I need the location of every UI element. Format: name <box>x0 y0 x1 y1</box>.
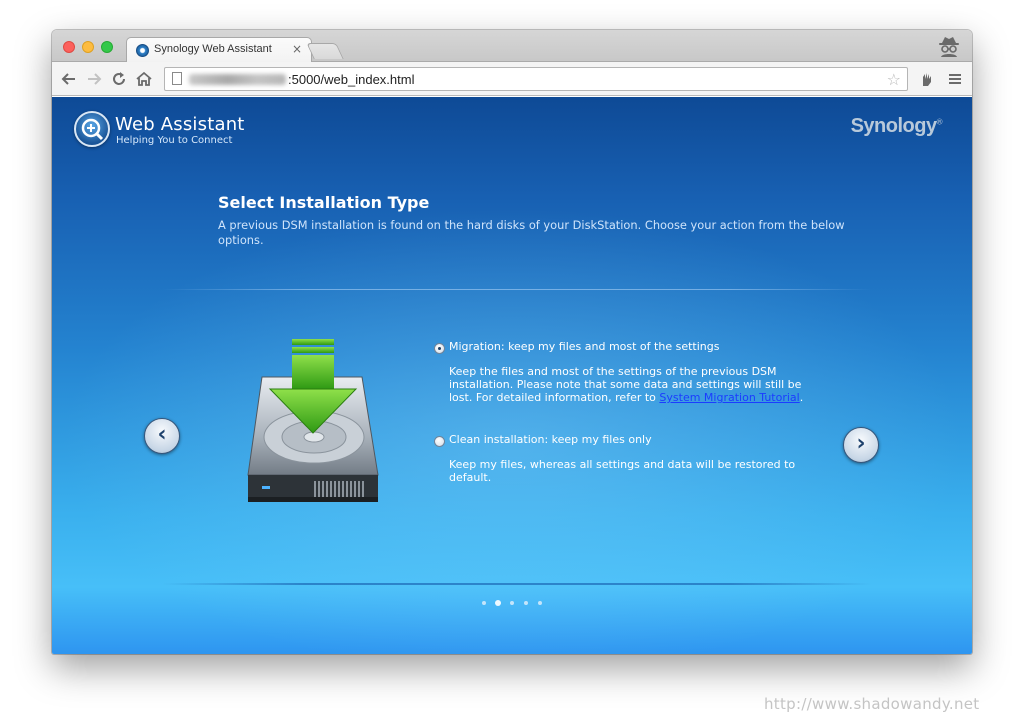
watermark: http://www.shadowandy.net <box>764 695 980 713</box>
app-subtitle: Helping You to Connect <box>116 135 233 146</box>
minimize-window-button[interactable] <box>82 41 94 53</box>
zoom-window-button[interactable] <box>101 41 113 53</box>
home-icon[interactable] <box>135 70 153 88</box>
page-icon <box>172 72 182 85</box>
clean-installation-description: Keep my files, whereas all settings and … <box>449 458 796 485</box>
synology-favicon-icon <box>136 44 149 57</box>
browser-window: Synology Web Assistant ×:5000/web_index… <box>52 30 972 654</box>
next-step-button[interactable]: › <box>843 427 879 463</box>
forward-arrow-icon[interactable] <box>85 70 103 88</box>
browser-toolbar: :5000/web_index.html ☆ <box>52 62 972 96</box>
step-indicator <box>482 600 552 608</box>
web-assistant-page: Web Assistant Helping You to Connect Syn… <box>52 97 972 654</box>
new-tab-button[interactable] <box>306 43 344 59</box>
migration-radio[interactable] <box>434 343 445 354</box>
synology-logo: Synology® <box>850 115 943 137</box>
page-description: A previous DSM installation is found on … <box>218 218 845 247</box>
migration-description: Keep the files and most of the settings … <box>449 365 819 405</box>
browser-tab[interactable]: Synology Web Assistant × <box>126 37 312 63</box>
incognito-icon <box>939 37 959 57</box>
system-migration-tutorial-link[interactable]: System Migration Tutorial <box>659 391 799 404</box>
tab-title: Synology Web Assistant <box>154 43 272 55</box>
tab-strip: Synology Web Assistant × <box>52 30 972 63</box>
clean-installation-label[interactable]: Clean installation: keep my files only <box>449 433 652 446</box>
url-text[interactable]: :5000/web_index.html <box>288 72 414 87</box>
previous-step-button[interactable]: ‹ <box>144 418 180 454</box>
hard-disk-download-icon <box>247 339 379 502</box>
bookmark-star-icon[interactable]: ☆ <box>887 70 901 89</box>
divider-bottom <box>162 583 872 585</box>
migration-label[interactable]: Migration: keep my files and most of the… <box>449 340 719 353</box>
menu-icon[interactable] <box>946 70 964 88</box>
step-dot-5[interactable] <box>538 601 542 605</box>
address-bar[interactable]: :5000/web_index.html ☆ <box>164 67 908 91</box>
clean-installation-radio[interactable] <box>434 436 445 447</box>
blurred-ip-address <box>189 74 286 85</box>
step-dot-2[interactable] <box>495 600 501 606</box>
step-dot-1[interactable] <box>482 601 486 605</box>
brand-name: Synology <box>850 115 938 137</box>
extension-hand-icon[interactable] <box>918 70 936 88</box>
reload-icon[interactable] <box>110 70 128 88</box>
tab-close-icon[interactable]: × <box>292 42 302 56</box>
page-title: Select Installation Type <box>218 193 430 212</box>
app-title: Web Assistant <box>115 114 245 135</box>
migration-desc-end: . <box>799 391 804 405</box>
step-dot-4[interactable] <box>524 601 528 605</box>
close-window-button[interactable] <box>63 41 75 53</box>
step-dot-3[interactable] <box>510 601 514 605</box>
back-arrow-icon[interactable] <box>60 70 78 88</box>
web-assistant-logo-icon <box>74 111 110 147</box>
divider-top <box>162 289 872 290</box>
